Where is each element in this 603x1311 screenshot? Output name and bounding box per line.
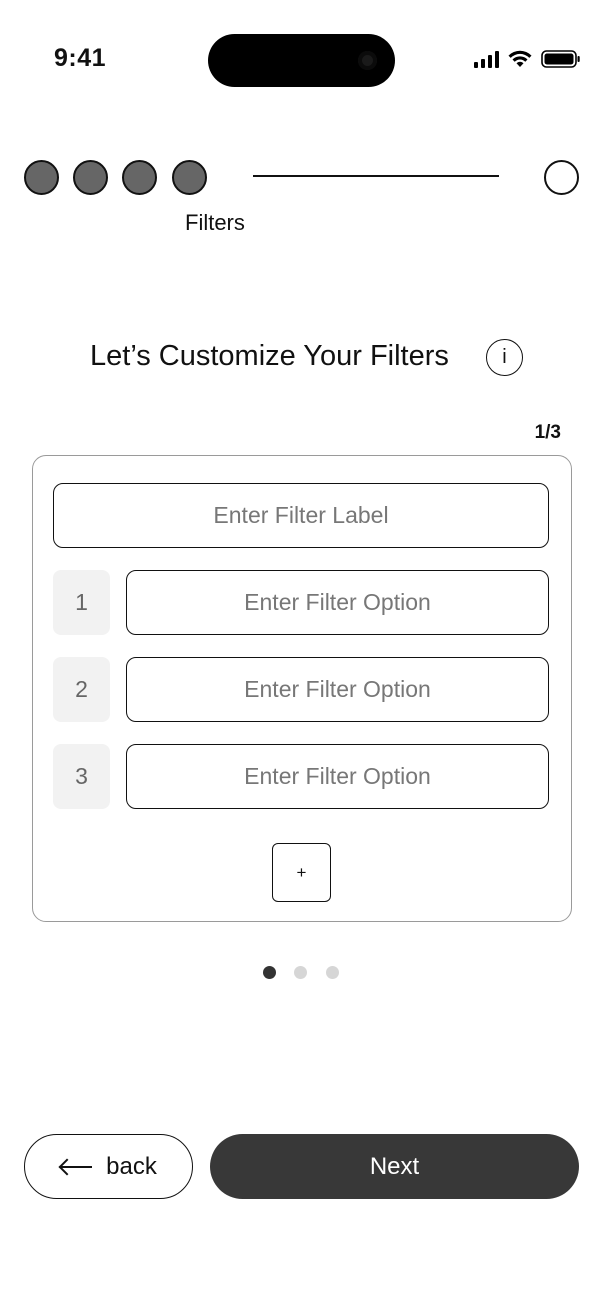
option-number-1: 1 bbox=[53, 570, 110, 635]
step-completed-3 bbox=[122, 160, 157, 195]
option-number-2: 2 bbox=[53, 657, 110, 722]
filter-label-input[interactable]: Enter Filter Label bbox=[53, 483, 549, 548]
info-icon[interactable]: i bbox=[486, 339, 523, 376]
step-completed-1 bbox=[24, 160, 59, 195]
camera-icon bbox=[358, 51, 377, 70]
screen: 9:41 Filters Let’s Customize Your Filter… bbox=[0, 0, 603, 1311]
signal-icon bbox=[474, 50, 499, 68]
carousel-dot-3[interactable] bbox=[326, 966, 339, 979]
step-final bbox=[544, 160, 579, 195]
status-time: 9:41 bbox=[54, 44, 107, 72]
filter-option-input-2[interactable]: Enter Filter Option bbox=[126, 657, 549, 722]
option-number-3: 3 bbox=[53, 744, 110, 809]
status-icons bbox=[474, 49, 581, 69]
back-button[interactable]: back bbox=[24, 1134, 193, 1199]
carousel-dot-1[interactable] bbox=[263, 966, 276, 979]
battery-icon bbox=[541, 50, 580, 68]
add-option-button[interactable]: + bbox=[272, 843, 331, 902]
step-completed-4 bbox=[172, 160, 207, 195]
filter-card: Enter Filter Label 1 Enter Filter Option… bbox=[32, 455, 572, 922]
stepper-connector bbox=[253, 175, 499, 177]
info-icon-glyph: i bbox=[502, 346, 507, 368]
filter-option-input-3[interactable]: Enter Filter Option bbox=[126, 744, 549, 809]
page-counter: 1/3 bbox=[534, 422, 561, 443]
wifi-icon bbox=[508, 50, 532, 67]
carousel-dot-2[interactable] bbox=[294, 966, 307, 979]
next-button[interactable]: Next bbox=[210, 1134, 579, 1199]
step-completed-2 bbox=[73, 160, 108, 195]
arrow-left-icon bbox=[60, 1165, 93, 1168]
dynamic-island bbox=[208, 34, 395, 87]
step-label: Filters bbox=[185, 210, 245, 235]
back-button-label: back bbox=[106, 1152, 157, 1180]
filter-option-input-1[interactable]: Enter Filter Option bbox=[126, 570, 549, 635]
page-title: Let’s Customize Your Filters bbox=[90, 340, 449, 372]
